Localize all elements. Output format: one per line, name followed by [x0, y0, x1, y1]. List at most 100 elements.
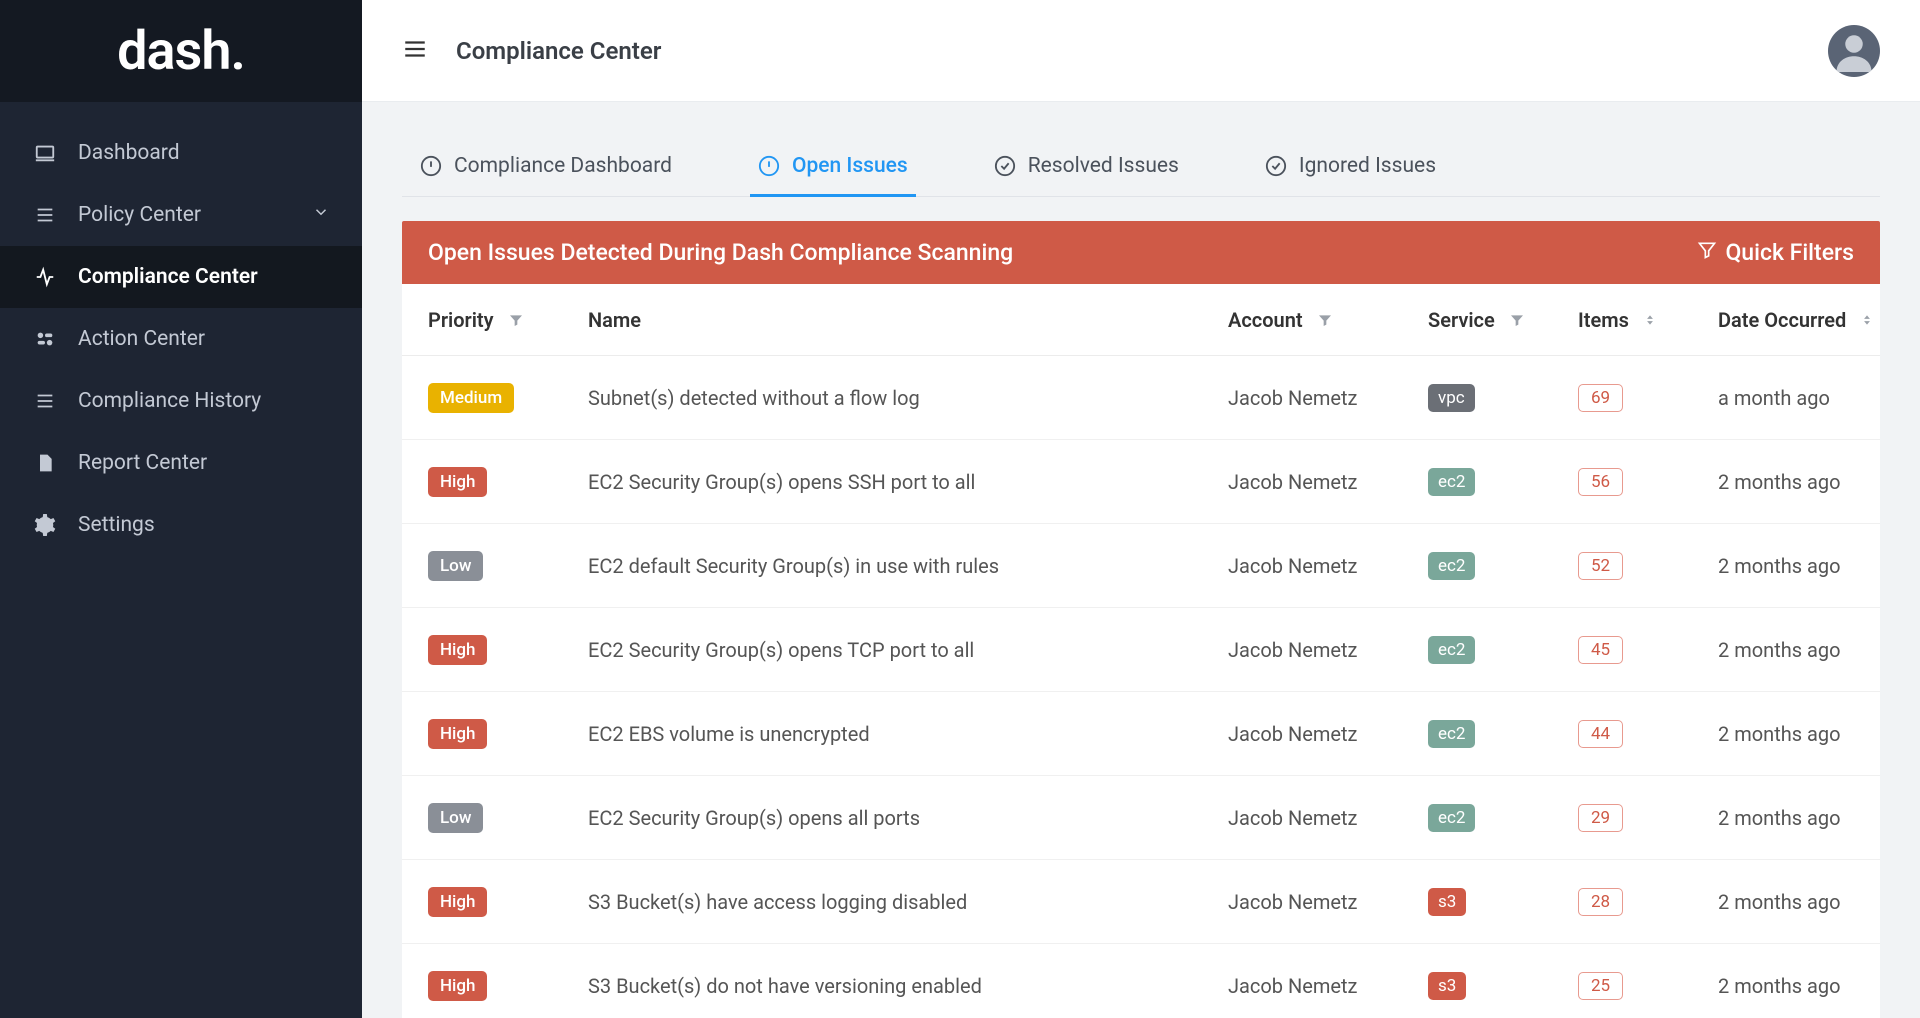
account-name: Jacob Nemetz	[1228, 806, 1428, 830]
logo-area: dash	[0, 0, 362, 102]
sidebar-item-settings[interactable]: Settings	[0, 494, 362, 556]
priority-badge: High	[428, 467, 487, 497]
tab-open-issues[interactable]: Open Issues	[750, 138, 916, 197]
pulse-icon	[32, 264, 58, 290]
table-row[interactable]: High EC2 Security Group(s) opens SSH por…	[402, 440, 1880, 524]
priority-badge: High	[428, 719, 487, 749]
table-row[interactable]: High EC2 EBS volume is unencrypted Jacob…	[402, 692, 1880, 776]
topbar: Compliance Center	[362, 0, 1920, 102]
priority-badge: Medium	[428, 383, 514, 413]
table-row[interactable]: Low EC2 Security Group(s) opens all port…	[402, 776, 1880, 860]
chevron-down-icon	[312, 203, 330, 227]
issue-name: EC2 Security Group(s) opens all ports	[588, 806, 1228, 830]
tab-label: Resolved Issues	[1028, 154, 1179, 178]
sidebar-item-dashboard[interactable]: Dashboard	[0, 122, 362, 184]
check-icon	[994, 155, 1016, 177]
table-row[interactable]: Medium Subnet(s) detected without a flow…	[402, 356, 1880, 440]
account-name: Jacob Nemetz	[1228, 722, 1428, 746]
col-service[interactable]: Service	[1428, 308, 1578, 332]
account-name: Jacob Nemetz	[1228, 974, 1428, 998]
col-priority[interactable]: Priority	[428, 308, 588, 332]
issue-name: S3 Bucket(s) do not have versioning enab…	[588, 974, 1228, 998]
col-label: Service	[1428, 308, 1495, 332]
items-count: 69	[1578, 384, 1623, 412]
gear-icon	[32, 512, 58, 538]
sidebar: dash Dashboard Policy Center	[0, 0, 362, 1018]
account-name: Jacob Nemetz	[1228, 470, 1428, 494]
items-count: 56	[1578, 468, 1623, 496]
issues-table: Priority Name Account Service	[402, 284, 1880, 1018]
issue-name: EC2 EBS volume is unencrypted	[588, 722, 1228, 746]
service-badge: vpc	[1428, 384, 1475, 412]
list-icon	[32, 202, 58, 228]
items-count: 25	[1578, 972, 1623, 1000]
sidebar-item-label: Settings	[78, 513, 155, 537]
document-icon	[32, 450, 58, 476]
tab-ignored-issues[interactable]: Ignored Issues	[1257, 138, 1444, 197]
sort-icon[interactable]	[1643, 312, 1657, 328]
account-name: Jacob Nemetz	[1228, 638, 1428, 662]
items-count: 29	[1578, 804, 1623, 832]
page-title: Compliance Center	[456, 37, 661, 65]
quick-filters-label: Quick Filters	[1725, 239, 1854, 266]
date-occurred: 2 months ago	[1718, 722, 1908, 746]
date-occurred: 2 months ago	[1718, 470, 1908, 494]
priority-badge: High	[428, 887, 487, 917]
list-icon	[32, 388, 58, 414]
col-name[interactable]: Name	[588, 308, 1228, 332]
issue-name: Subnet(s) detected without a flow log	[588, 386, 1228, 410]
account-name: Jacob Nemetz	[1228, 554, 1428, 578]
col-label: Name	[588, 308, 641, 332]
sidebar-item-label: Policy Center	[78, 203, 201, 227]
items-count: 52	[1578, 552, 1623, 580]
sidebar-item-action-center[interactable]: Action Center	[0, 308, 362, 370]
filter-icon[interactable]	[508, 312, 524, 328]
tab-label: Compliance Dashboard	[454, 154, 672, 178]
priority-badge: Low	[428, 551, 483, 581]
date-occurred: a month ago	[1718, 386, 1908, 410]
table-row[interactable]: High S3 Bucket(s) have access logging di…	[402, 860, 1880, 944]
alert-icon	[420, 155, 442, 177]
tab-compliance-dashboard[interactable]: Compliance Dashboard	[412, 138, 680, 197]
sidebar-item-compliance-history[interactable]: Compliance History	[0, 370, 362, 432]
account-name: Jacob Nemetz	[1228, 890, 1428, 914]
items-count: 28	[1578, 888, 1623, 916]
nav: Dashboard Policy Center Compliance Cente…	[0, 102, 362, 556]
service-badge: ec2	[1428, 720, 1475, 748]
sort-icon[interactable]	[1860, 312, 1874, 328]
user-avatar[interactable]	[1828, 25, 1880, 77]
priority-badge: High	[428, 635, 487, 665]
alert-icon	[758, 155, 780, 177]
service-badge: s3	[1428, 888, 1466, 916]
issue-name: EC2 Security Group(s) opens TCP port to …	[588, 638, 1228, 662]
sidebar-item-label: Report Center	[78, 451, 207, 475]
menu-toggle-icon[interactable]	[402, 36, 428, 66]
col-items[interactable]: Items	[1578, 308, 1718, 332]
col-label: Date Occurred	[1718, 308, 1846, 332]
service-badge: ec2	[1428, 552, 1475, 580]
banner-title: Open Issues Detected During Dash Complia…	[428, 239, 1013, 266]
sidebar-item-label: Dashboard	[78, 141, 180, 165]
table-row[interactable]: High EC2 Security Group(s) opens TCP por…	[402, 608, 1880, 692]
sidebar-item-policy-center[interactable]: Policy Center	[0, 184, 362, 246]
sidebar-item-compliance-center[interactable]: Compliance Center	[0, 246, 362, 308]
priority-badge: Low	[428, 803, 483, 833]
col-account[interactable]: Account	[1228, 308, 1428, 332]
table-row[interactable]: High S3 Bucket(s) do not have versioning…	[402, 944, 1880, 1018]
issues-banner: Open Issues Detected During Dash Complia…	[402, 221, 1880, 284]
date-occurred: 2 months ago	[1718, 638, 1908, 662]
service-badge: s3	[1428, 972, 1466, 1000]
table-row[interactable]: Low EC2 default Security Group(s) in use…	[402, 524, 1880, 608]
filter-icon[interactable]	[1509, 312, 1525, 328]
funnel-icon	[1697, 239, 1717, 266]
sidebar-item-report-center[interactable]: Report Center	[0, 432, 362, 494]
account-name: Jacob Nemetz	[1228, 386, 1428, 410]
filter-icon[interactable]	[1317, 312, 1333, 328]
tab-label: Open Issues	[792, 154, 908, 178]
items-count: 45	[1578, 636, 1623, 664]
tab-resolved-issues[interactable]: Resolved Issues	[986, 138, 1187, 197]
quick-filters-button[interactable]: Quick Filters	[1697, 239, 1854, 266]
col-label: Priority	[428, 308, 494, 332]
tabs: Compliance Dashboard Open Issues Resolve…	[402, 138, 1880, 197]
col-date[interactable]: Date Occurred	[1718, 308, 1908, 332]
